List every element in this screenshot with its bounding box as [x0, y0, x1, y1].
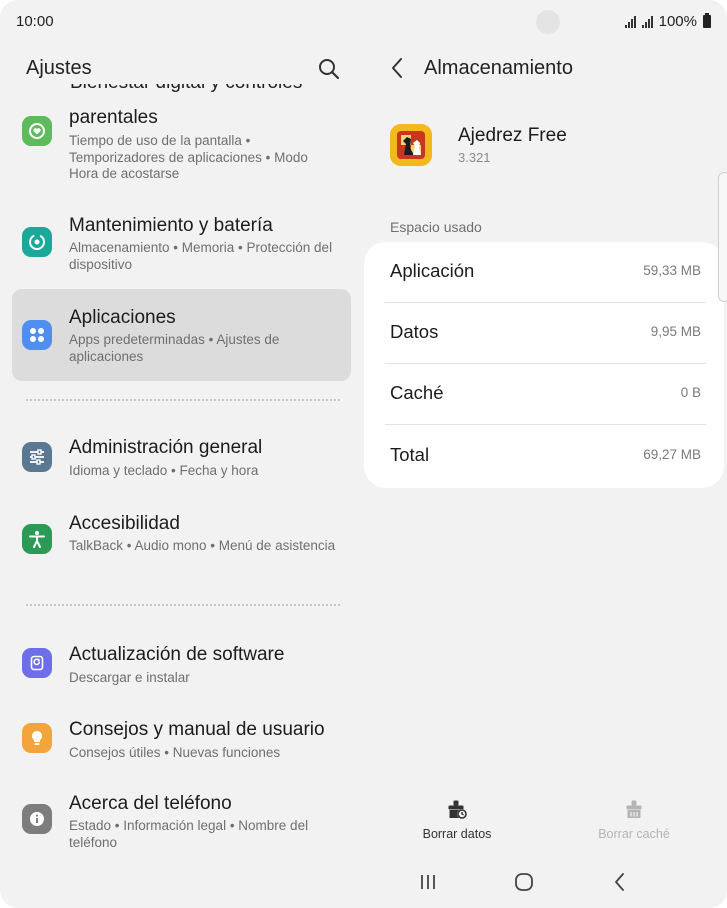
status-time: 10:00 [16, 13, 54, 30]
software-update-icon [22, 648, 52, 678]
device-care-icon [22, 227, 52, 257]
settings-item-title: Aplicaciones [69, 307, 176, 328]
settings-item-about[interactable]: Acerca del teléfono Estado • Información… [12, 784, 351, 856]
navigation-bar [364, 862, 727, 902]
storage-row-label: Caché [390, 382, 444, 403]
back-arrow-icon[interactable] [386, 54, 410, 82]
storage-row-value: 0 B [680, 385, 701, 400]
settings-item-title: parentales [69, 107, 158, 128]
settings-item-title: Actualización de software [69, 644, 285, 665]
storage-row-label: Datos [390, 321, 439, 342]
settings-item-parental[interactable]: parentales Tiempo de uso de la pantalla … [12, 102, 351, 186]
settings-item-tips[interactable]: Consejos y manual de usuario Consejos út… [12, 709, 351, 773]
settings-item-subtitle: Idioma y teclado • Fecha y hora [69, 463, 259, 478]
settings-item-title: Accesibilidad [69, 513, 180, 534]
signal-icon [641, 15, 653, 28]
row-divider [385, 424, 706, 425]
clear-data-button[interactable]: Borrar datos [402, 799, 512, 841]
digital-wellbeing-icon [22, 116, 52, 146]
settings-item-subtitle: Descargar e instalar [69, 670, 190, 685]
status-icons: 100% [624, 13, 711, 30]
clear-data-label: Borrar datos [422, 827, 492, 841]
clear-cache-button[interactable]: Borrar caché [579, 799, 689, 841]
recent-apps-icon[interactable] [416, 870, 440, 894]
edge-panel-handle[interactable] [718, 172, 727, 302]
clear-data-icon [446, 799, 468, 821]
phone-screen: 10:00 100% Ajustes Bienestar digital y c… [0, 0, 727, 908]
sliders-icon [22, 442, 52, 472]
storage-row-label: Total [390, 444, 430, 465]
storage-row-label: Aplicación [390, 260, 475, 281]
storage-row-value: 9,95 MB [650, 324, 701, 339]
app-name: Ajedrez Free [458, 125, 567, 146]
settings-item-title: Acerca del teléfono [69, 793, 232, 814]
settings-item-subtitle: TalkBack • Audio mono • Menú de asistenc… [69, 538, 336, 553]
storage-card: Aplicación 59,33 MB Datos 9,95 MB Caché … [364, 242, 724, 488]
storage-row-value: 59,33 MB [643, 263, 701, 278]
settings-item-title: Consejos y manual de usuario [69, 719, 325, 740]
storage-row-data: Datos 9,95 MB [364, 303, 724, 364]
settings-item-subtitle: Almacenamiento • Memoria • Protección de… [69, 240, 333, 272]
storage-pane: Almacenamiento Ajedrez Free 3.321 Espaci… [364, 44, 727, 908]
settings-pane: Ajustes Bienestar digital y controles pa… [0, 44, 364, 908]
battery-percent: 100% [658, 13, 697, 30]
settings-item-apps[interactable]: Aplicaciones Apps predeterminadas • Ajus… [12, 289, 351, 381]
signal-icon [624, 15, 636, 28]
clear-cache-icon [623, 799, 645, 821]
section-divider [26, 604, 340, 606]
settings-item-subtitle: Apps predeterminadas • Ajustes de aplica… [69, 332, 280, 364]
section-label-used-space: Espacio usado [390, 219, 482, 235]
settings-item-general[interactable]: Administración general Idioma y teclado … [12, 427, 351, 491]
front-camera [536, 10, 560, 34]
storage-title: Almacenamiento [424, 57, 573, 79]
lightbulb-icon [22, 723, 52, 753]
settings-item-title: Mantenimiento y batería [69, 215, 273, 236]
apps-icon [22, 320, 52, 350]
cut-off-item-title: Bienestar digital y controles [70, 84, 350, 94]
storage-row-cache: Caché 0 B [364, 364, 724, 425]
settings-item-subtitle: Consejos útiles • Nuevas funciones [69, 745, 281, 760]
settings-item-maintenance[interactable]: Mantenimiento y batería Almacenamiento •… [12, 208, 351, 280]
back-icon[interactable] [608, 870, 632, 894]
home-icon[interactable] [512, 870, 536, 894]
chess-app-icon [390, 124, 432, 166]
accessibility-icon [22, 524, 52, 554]
settings-item-subtitle: Tiempo de uso de la pantalla • Temporiza… [69, 133, 308, 181]
settings-item-accessibility[interactable]: Accesibilidad TalkBack • Audio mono • Me… [12, 504, 351, 576]
status-bar: 10:00 100% [0, 0, 727, 44]
storage-row-value: 69,27 MB [643, 447, 701, 462]
app-version: 3.321 [458, 150, 491, 165]
search-icon[interactable] [316, 56, 342, 82]
settings-title: Ajustes [26, 57, 92, 79]
info-icon [22, 804, 52, 834]
storage-row-application: Aplicación 59,33 MB [364, 242, 724, 303]
section-divider [26, 399, 340, 401]
settings-item-software-update[interactable]: Actualización de software Descargar e in… [12, 634, 351, 698]
storage-row-total: Total 69,27 MB [364, 426, 724, 487]
settings-item-subtitle: Estado • Información legal • Nombre del … [69, 818, 309, 850]
battery-icon [703, 13, 711, 28]
clear-cache-label: Borrar caché [598, 827, 670, 841]
settings-item-title: Administración general [69, 437, 263, 458]
